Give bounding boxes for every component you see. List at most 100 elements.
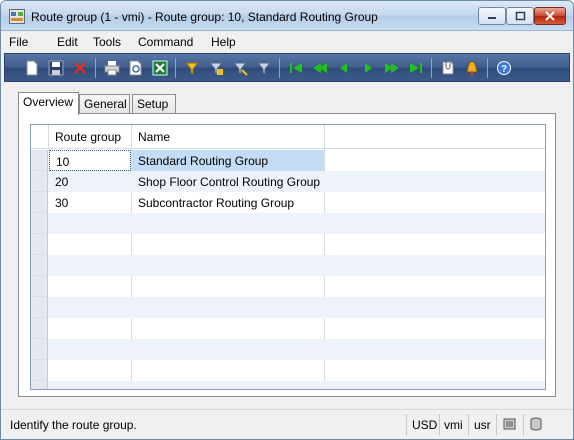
filter-by-selection-icon [184,62,200,75]
minimize-button[interactable] [478,7,506,25]
empty-row [31,255,545,276]
menu-file[interactable]: File [9,35,28,49]
row-selector[interactable] [31,381,48,389]
alert-button[interactable] [463,59,481,77]
tab-general[interactable]: General [79,94,130,114]
print-preview-icon [129,60,142,76]
previous-page-button[interactable] [311,59,329,77]
document-handling-button[interactable] [439,59,457,77]
empty-row [31,297,545,318]
row-selector[interactable] [31,276,48,297]
grid-header: Route group Name [31,125,545,149]
svg-text:?: ? [501,64,507,75]
menu-bar: File Edit Tools Command Help [1,32,573,52]
table-row[interactable]: 30 Subcontractor Routing Group [31,192,545,213]
cell-route-group[interactable]: 10 [49,150,131,171]
previous-record-icon [340,63,347,73]
tab-overview[interactable]: Overview [18,92,79,115]
row-selector[interactable] [31,360,48,381]
column-header-route-group[interactable]: Route group [49,125,132,149]
title-bar[interactable]: Route group (1 - vmi) - Route group: 10,… [1,1,573,31]
database-icon[interactable] [503,417,517,431]
minimize-icon [488,17,496,19]
cell-route-group[interactable]: 20 [49,171,131,192]
close-icon [545,11,555,21]
toolbar: ? [4,53,570,82]
menu-tools[interactable]: Tools [93,35,121,49]
cell-route-group[interactable]: 30 [49,192,131,213]
first-record-button[interactable] [287,59,305,77]
alert-icon [466,60,478,76]
cell-name[interactable]: Shop Floor Control Routing Group [132,171,324,192]
row-selector[interactable] [31,171,48,192]
delete-button[interactable] [71,59,89,77]
tab-setup-label: Setup [137,97,169,111]
advanced-filter-button[interactable] [231,59,249,77]
row-selector[interactable] [31,234,48,255]
row-selector[interactable] [31,318,48,339]
toolbar-separator [175,58,176,78]
tab-overview-label: Overview [23,95,74,109]
toolbar-separator [95,58,96,78]
menu-help[interactable]: Help [211,35,236,49]
row-selector[interactable] [31,192,48,213]
table-row[interactable]: 20 Shop Floor Control Routing Group [31,171,545,192]
previous-record-button[interactable] [335,59,353,77]
status-currency[interactable]: USD [412,418,437,432]
table-row[interactable]: 10 Standard Routing Group [31,150,545,171]
toolbar-separator [431,58,432,78]
cell-name[interactable]: Standard Routing Group [132,150,324,171]
save-icon [48,60,64,76]
status-separator [468,414,469,436]
print-button[interactable] [103,59,121,77]
print-icon [104,61,120,76]
print-preview-button[interactable] [127,59,145,77]
toolbar-separator [279,58,280,78]
next-page-icon [385,63,399,73]
window: Route group (1 - vmi) - Route group: 10,… [0,0,574,440]
remove-filter-icon [256,62,272,75]
empty-row [31,381,545,389]
next-page-button[interactable] [383,59,401,77]
row-selector[interactable] [31,339,48,360]
tab-general-label: General [84,97,127,111]
empty-row [31,213,545,234]
filter-by-selection-button[interactable] [183,59,201,77]
last-record-icon [410,63,422,73]
new-button[interactable] [23,59,41,77]
menu-command[interactable]: Command [138,35,193,49]
server-icon[interactable] [529,417,543,431]
close-button[interactable] [534,7,566,25]
remove-filter-button[interactable] [255,59,273,77]
status-layer: usr [474,418,491,432]
filter-by-grid-icon [208,62,224,75]
filter-by-grid-button[interactable] [207,59,225,77]
cell-name[interactable]: Subcontractor Routing Group [132,192,324,213]
next-record-icon [365,63,372,73]
last-record-button[interactable] [407,59,425,77]
export-excel-button[interactable] [151,59,169,77]
help-icon: ? [497,61,511,75]
maximize-button[interactable] [506,7,534,25]
column-header-name[interactable]: Name [132,125,325,149]
help-button[interactable]: ? [495,59,513,77]
status-company[interactable]: vmi [444,418,463,432]
route-group-grid[interactable]: Route group Name 10 Standard Routing Grou… [30,124,546,390]
menu-edit[interactable]: Edit [57,35,78,49]
row-selector[interactable] [31,213,48,234]
row-selector[interactable] [31,150,48,171]
save-button[interactable] [47,59,65,77]
advanced-filter-icon [232,62,248,76]
status-separator [439,414,440,436]
row-selector-header[interactable] [31,125,49,149]
row-selector[interactable] [31,297,48,318]
empty-row [31,276,545,297]
tab-setup[interactable]: Setup [132,94,176,114]
empty-row [31,360,545,381]
row-selector[interactable] [31,255,48,276]
status-separator [523,414,524,436]
empty-row [31,234,545,255]
new-icon [26,60,38,76]
first-record-icon [290,63,302,73]
next-record-button[interactable] [359,59,377,77]
